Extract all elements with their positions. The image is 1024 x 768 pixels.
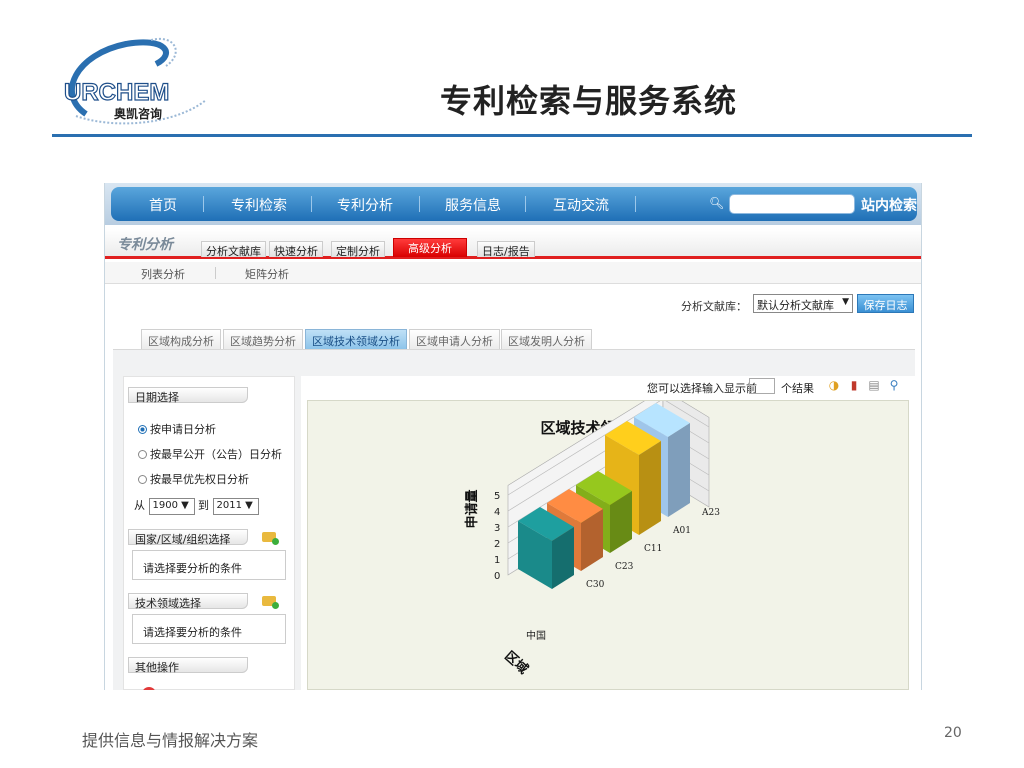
logo-subtext: 奥凯咨询 <box>114 106 162 121</box>
y-tick-label: 4 <box>494 507 500 518</box>
nav-home[interactable]: 首页 <box>149 195 177 215</box>
country-condition-box[interactable]: 请选择要分析的条件 <box>132 550 286 580</box>
tech-condition-box[interactable]: 请选择要分析的条件 <box>132 614 286 644</box>
country-section-header[interactable]: 国家/区域/组织选择 <box>128 529 248 546</box>
y-tick-label: 1 <box>494 555 500 566</box>
bar-chart-3d: 0 1 2 3 4 5 申请量 A23 A01 C11 C23 C30 中国区域 <box>464 401 720 677</box>
nav-service-info[interactable]: 服务信息 <box>445 195 501 215</box>
tab-region-inventor[interactable]: 区域发明人分析 <box>501 329 592 349</box>
y-tick-label: 0 <box>494 571 500 582</box>
nav-interaction[interactable]: 互动交流 <box>553 195 609 215</box>
other-section-header[interactable]: 其他操作 <box>128 657 248 674</box>
nav-separator <box>635 196 636 212</box>
bar-side <box>639 441 661 535</box>
tab-log-report[interactable]: 日志/报告 <box>477 241 535 258</box>
logo-graphic: URCHEM 奥凯咨询 <box>63 37 207 125</box>
header-divider <box>52 134 972 137</box>
save-log-button[interactable]: 保存日志 <box>857 294 914 313</box>
sub-link-list-analysis[interactable]: 列表分析 <box>141 266 185 282</box>
radio-priority-date[interactable]: 按最早优先权日分析 <box>138 471 249 487</box>
region-label: 中国 <box>526 629 546 642</box>
navbar-bar: 首页 专利检索 专利分析 服务信息 互动交流 🔍︎ 站内检索 <box>111 187 917 221</box>
bar-side <box>668 423 690 517</box>
page-number: 20 <box>944 725 962 741</box>
tab-region-composition[interactable]: 区域构成分析 <box>141 329 221 349</box>
to-year-value: 2011 <box>216 499 242 511</box>
tech-section-header[interactable]: 技术领域选择 <box>128 593 248 610</box>
x-axis-label: 区域 <box>501 648 531 677</box>
radio-selected-icon <box>138 425 147 434</box>
library-label: 分析文献库： <box>681 300 747 313</box>
tab-quick-analysis[interactable]: 快速分析 <box>269 241 323 258</box>
x-tick-label: C23 <box>615 562 634 572</box>
patent-system-window: 首页 专利检索 专利分析 服务信息 互动交流 🔍︎ 站内检索 专利分析 分析文献… <box>104 183 922 690</box>
x-tick-label: A23 <box>701 508 720 518</box>
nav-patent-analysis[interactable]: 专利分析 <box>337 195 393 215</box>
from-year-value: 1900 <box>152 499 178 511</box>
slide-footer: 提供信息与情报解决方案 <box>82 731 259 750</box>
tab-custom-analysis[interactable]: 定制分析 <box>331 241 385 258</box>
from-year-select[interactable]: 1900 ▼ <box>148 497 195 515</box>
site-search-input[interactable] <box>729 194 855 214</box>
y-tick-label: 2 <box>494 539 500 550</box>
search-icon: 🔍︎ <box>709 196 725 210</box>
module-tab-bar: 专利分析 分析文献库 快速分析 定制分析 高级分析 日志/报告 <box>105 229 921 259</box>
red-circle-icon <box>142 687 156 690</box>
to-label: 到 <box>198 499 209 512</box>
tab-analysis-library[interactable]: 分析文献库 <box>201 241 266 258</box>
radio-label: 按申请日分析 <box>150 423 216 436</box>
library-select-value: 默认分析文献库 <box>757 299 834 312</box>
radio-icon <box>138 475 147 484</box>
tab-region-trend[interactable]: 区域趋势分析 <box>223 329 303 349</box>
sub-navigation: 列表分析 矩阵分析 <box>105 262 921 284</box>
y-tick-label: 5 <box>494 491 500 502</box>
radio-application-date[interactable]: 按申请日分析 <box>138 421 216 437</box>
nav-separator <box>525 196 526 212</box>
nav-patent-search[interactable]: 专利检索 <box>231 195 287 215</box>
logo-wordmark: URCHEM <box>64 79 169 106</box>
radio-icon <box>138 450 147 459</box>
export-icon[interactable]: ▤ <box>867 378 881 392</box>
filter-sidebar: 日期选择 按申请日分析 按最早公开（公告）日分析 按最早优先权日分析 从 190… <box>123 376 295 690</box>
site-search-button[interactable]: 站内检索 <box>861 195 917 215</box>
sub-link-separator <box>215 267 216 279</box>
tab-region-tech-field[interactable]: 区域技术领域分析 <box>305 329 407 349</box>
date-section-header[interactable]: 日期选择 <box>128 387 248 404</box>
bar-chart-icon[interactable]: ▮ <box>847 378 861 392</box>
tab-region-applicant[interactable]: 区域申请人分析 <box>409 329 500 349</box>
module-title: 专利分析 <box>117 237 173 253</box>
y-tick-label: 3 <box>494 523 500 534</box>
topn-input[interactable] <box>749 378 775 394</box>
library-select[interactable]: 默认分析文献库 ▼ <box>753 294 853 313</box>
tab-advanced-analysis[interactable]: 高级分析 <box>393 238 467 257</box>
pie-chart-icon[interactable]: ◑ <box>827 378 841 392</box>
radio-label: 按最早公开（公告）日分析 <box>150 448 282 461</box>
zoom-icon[interactable]: ⚲ <box>887 378 901 392</box>
add-folder-icon[interactable] <box>262 532 279 545</box>
chart-panel: 您可以选择输入显示前 个结果 ◑ ▮ ▤ ⚲ 区域技术领域分析图 012345申… <box>301 376 915 690</box>
x-tick-label: C30 <box>586 580 605 590</box>
topn-label: 您可以选择输入显示前 <box>647 382 757 395</box>
nav-separator <box>311 196 312 212</box>
top-navbar: 首页 专利检索 专利分析 服务信息 互动交流 🔍︎ 站内检索 <box>105 183 921 225</box>
radio-label: 按最早优先权日分析 <box>150 473 249 486</box>
topn-suffix: 个结果 <box>781 382 814 395</box>
x-tick-label: A01 <box>672 526 691 536</box>
y-axis-label: 申请量 <box>464 489 480 528</box>
sub-link-matrix-analysis[interactable]: 矩阵分析 <box>245 266 289 282</box>
nav-separator <box>419 196 420 212</box>
to-year-select[interactable]: 2011 ▼ <box>212 497 259 515</box>
chart-area: 区域技术领域分析图 012345申请量A23A01C11C23C30中国区域 <box>307 400 909 690</box>
nav-separator <box>203 196 204 212</box>
radio-publication-date[interactable]: 按最早公开（公告）日分析 <box>138 446 282 462</box>
urchem-logo: URCHEM 奥凯咨询 <box>56 34 226 134</box>
slide-title: 专利检索与服务系统 <box>440 82 738 120</box>
x-tick-label: C11 <box>644 544 662 554</box>
chevron-down-icon: ▼ <box>842 297 849 307</box>
add-folder-icon[interactable] <box>262 596 279 609</box>
from-label: 从 <box>134 499 145 512</box>
year-range: 从 1900 ▼ 到 2011 ▼ <box>134 497 259 515</box>
